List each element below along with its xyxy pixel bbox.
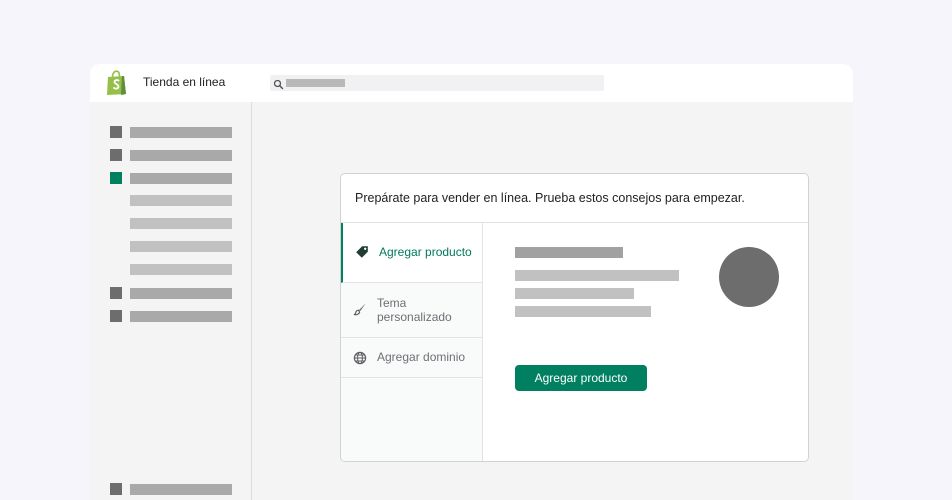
nav-icon	[110, 172, 122, 184]
tab-label: Agregar dominio	[377, 350, 466, 364]
card-title: Prepárate para vender en línea. Prueba e…	[355, 191, 745, 205]
tab-list: Agregar producto Tema personalizado Agre…	[341, 223, 483, 461]
setup-guide-card: Prepárate para vender en línea. Prueba e…	[340, 173, 809, 462]
placeholder-line	[515, 270, 679, 281]
nav-sublabel	[130, 264, 232, 275]
tab-label: Agregar producto	[379, 245, 472, 259]
top-bar: Tienda en línea	[90, 64, 853, 102]
tab-add-product[interactable]: Agregar producto	[341, 223, 482, 283]
nav-label	[130, 127, 232, 138]
search-placeholder	[286, 79, 345, 87]
paintbrush-icon	[353, 302, 367, 316]
nav-label	[130, 311, 232, 322]
tab-panel: Agregar producto	[483, 223, 808, 461]
tab-custom-theme[interactable]: Tema personalizado	[341, 283, 482, 338]
nav-label	[130, 484, 232, 495]
nav-sublabel	[130, 218, 232, 229]
nav-icon	[110, 126, 122, 138]
sidebar	[90, 102, 252, 500]
globe-icon	[353, 351, 367, 365]
tab-add-domain[interactable]: Agregar dominio	[341, 338, 482, 378]
nav-icon	[110, 149, 122, 161]
nav-icon	[110, 483, 122, 495]
nav-icon	[110, 287, 122, 299]
shopify-bag-icon[interactable]	[105, 70, 129, 96]
nav-icon	[110, 310, 122, 322]
nav-label	[130, 150, 232, 161]
nav-sublabel	[130, 241, 232, 252]
search-bar[interactable]	[270, 75, 604, 91]
nav-label	[130, 288, 232, 299]
illustration-placeholder	[719, 247, 779, 307]
nav-label	[130, 173, 232, 184]
card-header: Prepárate para vender en línea. Prueba e…	[341, 174, 808, 223]
nav-sublabel	[130, 195, 232, 206]
placeholder-heading	[515, 247, 623, 258]
placeholder-line	[515, 288, 634, 299]
app-title: Tienda en línea	[143, 75, 226, 89]
tab-label: Tema personalizado	[377, 296, 452, 324]
search-icon	[273, 77, 284, 90]
placeholder-line	[515, 306, 651, 317]
add-product-button[interactable]: Agregar producto	[515, 365, 647, 391]
tag-icon	[355, 245, 369, 259]
app-window: Tienda en línea Prepárate para vender en…	[90, 64, 853, 500]
